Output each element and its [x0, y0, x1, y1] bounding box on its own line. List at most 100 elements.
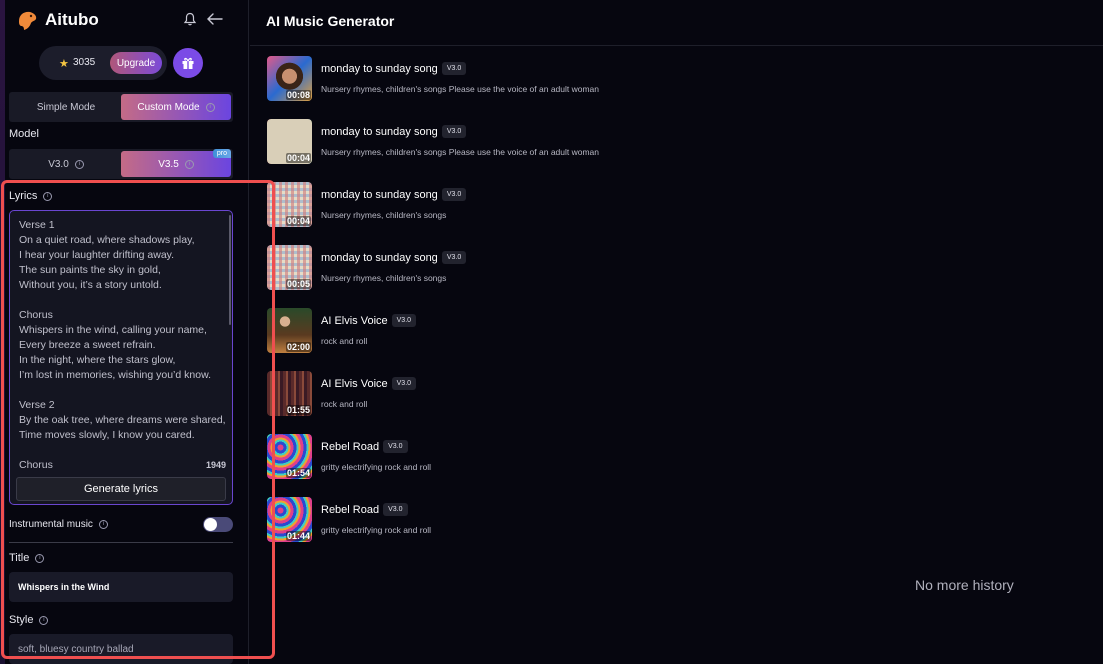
song-duration: 00:05 — [285, 279, 311, 289]
song-title: monday to sunday song — [321, 251, 438, 264]
song-item[interactable]: 00:08 monday to sunday song V3.0 Nursery… — [267, 56, 767, 102]
song-title: Rebel Road — [321, 440, 380, 453]
info-icon[interactable]: i — [39, 615, 49, 625]
app: Aitubo ★ 3035 Upgrade Simple Mode Custom… — [0, 0, 1103, 664]
song-title-row: AI Elvis Voice V3.0 — [321, 314, 417, 327]
sidebar: Aitubo ★ 3035 Upgrade Simple Mode Custom… — [0, 0, 249, 664]
song-duration: 00:04 — [285, 216, 311, 226]
info-icon[interactable]: i — [43, 191, 53, 201]
info-icon[interactable]: i — [74, 159, 84, 169]
song-title: monday to sunday song — [321, 125, 438, 138]
song-item[interactable]: 00:05 monday to sunday song V3.0 Nursery… — [267, 245, 767, 291]
song-duration: 00:04 — [285, 153, 311, 163]
song-title: monday to sunday song — [321, 188, 438, 201]
version-badge: V3.0 — [383, 503, 408, 516]
song-item[interactable]: 01:54 Rebel Road V3.0 gritty electrifyin… — [267, 434, 767, 480]
char-count: 1949 — [205, 460, 226, 470]
lyrics-input[interactable]: Verse 1 On a quiet road, where shadows p… — [9, 210, 233, 505]
song-description: rock and roll — [321, 399, 368, 409]
gift-button[interactable] — [173, 48, 203, 78]
song-title-row: Rebel Road V3.0 — [321, 440, 408, 453]
divider — [9, 542, 233, 543]
custom-mode-tab[interactable]: Custom Mode i — [121, 94, 231, 120]
song-thumbnail[interactable]: 00:08 — [267, 56, 312, 101]
main-header: AI Music Generator — [250, 0, 1103, 46]
lyrics-scrollbar[interactable] — [229, 215, 231, 325]
song-item[interactable]: 01:44 Rebel Road V3.0 gritty electrifyin… — [267, 497, 767, 543]
song-title: Rebel Road — [321, 503, 380, 516]
collapse-sidebar-icon[interactable] — [206, 11, 224, 27]
song-title: AI Elvis Voice — [321, 314, 388, 327]
song-thumbnail[interactable]: 01:55 — [267, 371, 312, 416]
song-item[interactable]: 01:55 AI Elvis Voice V3.0 rock and roll — [267, 371, 767, 417]
song-duration: 02:00 — [285, 342, 311, 352]
song-item[interactable]: 02:00 AI Elvis Voice V3.0 rock and roll — [267, 308, 767, 354]
song-thumbnail[interactable]: 01:44 — [267, 497, 312, 542]
upgrade-button[interactable]: Upgrade — [110, 52, 162, 74]
page-title: AI Music Generator — [266, 13, 395, 29]
title-input[interactable]: Whispers in the Wind — [9, 572, 233, 602]
info-icon[interactable]: i — [184, 159, 194, 169]
song-duration: 01:55 — [285, 405, 311, 415]
model-switch: V3.0 i V3.5 i pro — [9, 149, 233, 179]
credits-count: 3035 — [73, 57, 96, 68]
generate-lyrics-button[interactable]: Generate lyrics — [16, 477, 226, 501]
style-label: Style i — [9, 614, 49, 626]
model-v35-tab[interactable]: V3.5 i pro — [121, 149, 231, 177]
title-label: Title i — [9, 552, 45, 564]
song-title-row: monday to sunday song V3.0 — [321, 188, 467, 201]
song-duration: 01:44 — [285, 531, 311, 541]
song-thumbnail[interactable]: 00:04 — [267, 119, 312, 164]
song-item[interactable]: 00:04 monday to sunday song V3.0 Nursery… — [267, 119, 767, 165]
model-label: Model — [9, 128, 39, 140]
song-description: Nursery rhymes, children's songs Please … — [321, 84, 600, 94]
no-more-history: No more history — [915, 577, 1014, 593]
song-title-row: monday to sunday song V3.0 — [321, 62, 467, 75]
mode-switch: Simple Mode Custom Mode i — [9, 92, 233, 122]
simple-mode-tab[interactable]: Simple Mode — [11, 94, 121, 120]
info-icon[interactable]: i — [98, 520, 108, 529]
version-badge: V3.0 — [441, 125, 467, 138]
style-input[interactable]: soft, bluesy country ballad — [9, 634, 233, 664]
main-panel: AI Music Generator 00:08 monday to sunda… — [250, 0, 1103, 664]
song-thumbnail[interactable]: 00:04 — [267, 182, 312, 227]
lyrics-text[interactable]: Verse 1 On a quiet road, where shadows p… — [19, 218, 229, 474]
song-description: gritty electrifying rock and roll — [321, 525, 432, 535]
song-description: Nursery rhymes, children's songs Please … — [321, 147, 600, 157]
info-icon[interactable]: i — [205, 102, 215, 112]
model-v30-tab[interactable]: V3.0 i — [11, 151, 121, 177]
pro-badge: pro — [212, 149, 231, 158]
song-title-row: Rebel Road V3.0 — [321, 503, 408, 516]
song-thumbnail[interactable]: 02:00 — [267, 308, 312, 353]
song-title: monday to sunday song — [321, 62, 438, 75]
song-description: Nursery rhymes, children's songs — [321, 273, 447, 283]
version-badge: V3.0 — [391, 377, 417, 390]
version-badge: V3.0 — [441, 188, 467, 201]
credits-pill: ★ 3035 Upgrade — [39, 46, 167, 80]
song-thumbnail[interactable]: 01:54 — [267, 434, 312, 479]
gift-icon — [182, 57, 194, 69]
song-title-row: monday to sunday song V3.0 — [321, 251, 467, 264]
version-badge: V3.0 — [391, 314, 417, 327]
song-description: Nursery rhymes, children's songs — [321, 210, 447, 220]
star-icon: ★ — [59, 58, 69, 70]
instrumental-label: Instrumental music i — [9, 519, 108, 530]
song-title: AI Elvis Voice — [321, 377, 388, 390]
song-description: gritty electrifying rock and roll — [321, 462, 432, 472]
version-badge: V3.0 — [441, 62, 467, 75]
song-description: rock and roll — [321, 336, 368, 346]
info-icon[interactable]: i — [35, 553, 45, 563]
bell-icon[interactable] — [183, 12, 197, 26]
instrumental-toggle[interactable] — [203, 517, 233, 532]
song-duration: 01:54 — [285, 468, 311, 478]
version-badge: V3.0 — [383, 440, 408, 453]
song-item[interactable]: 00:04 monday to sunday song V3.0 Nursery… — [267, 182, 767, 228]
song-thumbnail[interactable]: 00:05 — [267, 245, 312, 290]
logo-icon — [19, 11, 37, 30]
song-title-row: AI Elvis Voice V3.0 — [321, 377, 417, 390]
lyrics-label: Lyrics i — [9, 190, 53, 202]
version-badge: V3.0 — [441, 251, 467, 264]
song-title-row: monday to sunday song V3.0 — [321, 125, 467, 138]
brand-name: Aitubo — [45, 10, 99, 29]
song-duration: 00:08 — [285, 90, 311, 100]
